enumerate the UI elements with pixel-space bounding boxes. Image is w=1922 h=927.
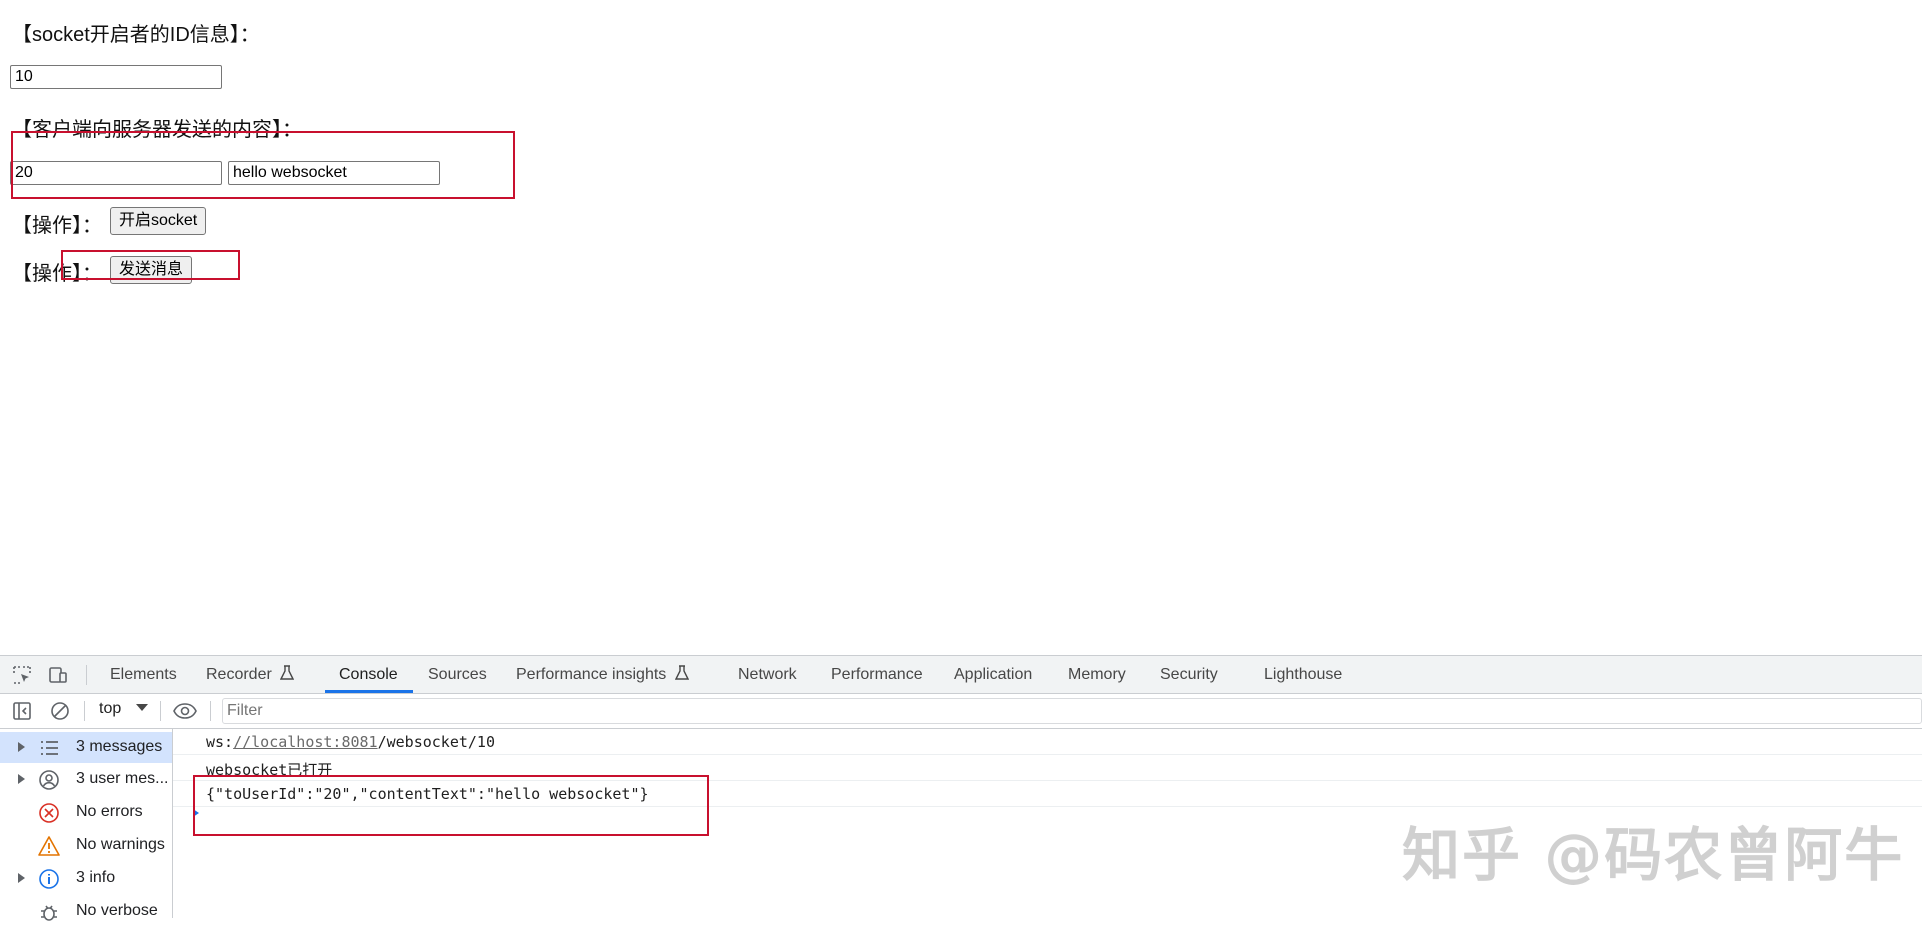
send-message-button[interactable]: 发送消息 bbox=[110, 256, 193, 284]
tab-performance-insights-label: Performance insights bbox=[516, 666, 667, 683]
web-page: 【socket开启者的ID信息】： 【客户端向服务器发送的内容】： 【操作】： … bbox=[0, 0, 1922, 655]
tab-performance-insights[interactable]: Performance insights bbox=[516, 656, 689, 693]
tab-console[interactable]: Console bbox=[339, 656, 398, 693]
log-link[interactable]: //localhost:8081 bbox=[233, 733, 378, 751]
tab-elements[interactable]: Elements bbox=[110, 656, 177, 693]
console-log-row: ws://localhost:8081/websocket/10 bbox=[173, 729, 1922, 755]
tab-recorder-label: Recorder bbox=[206, 666, 272, 683]
info-icon bbox=[39, 869, 59, 889]
sidebar-item-messages[interactable]: 3 messages bbox=[0, 732, 172, 763]
sidebar-item-label: 3 messages bbox=[76, 738, 163, 755]
watermark: 知乎 @码农曾阿牛 bbox=[1402, 821, 1905, 889]
divider bbox=[86, 665, 87, 685]
error-icon bbox=[39, 803, 59, 823]
operation-label-send: 【操作】： bbox=[12, 263, 102, 285]
warning-icon bbox=[38, 836, 60, 856]
list-icon bbox=[41, 741, 58, 755]
client-content-label: 【客户端向服务器发送的内容】： bbox=[12, 119, 302, 141]
log-url-suffix: /websocket/10 bbox=[377, 733, 495, 751]
console-log-row: websocket已打开 bbox=[173, 755, 1922, 781]
device-toolbar-icon[interactable] bbox=[48, 665, 68, 685]
divider bbox=[210, 701, 211, 721]
sidebar-item-verbose[interactable]: No verbose bbox=[0, 896, 172, 927]
console-prompt-icon[interactable] bbox=[193, 809, 199, 817]
context-selector-value: top bbox=[99, 700, 122, 717]
tab-security[interactable]: Security bbox=[1160, 656, 1218, 693]
clear-console-icon[interactable] bbox=[50, 701, 70, 721]
expand-arrow-icon[interactable] bbox=[18, 774, 25, 784]
active-tab-indicator bbox=[325, 690, 413, 693]
sidebar-item-label: 3 info bbox=[76, 869, 116, 886]
tab-network[interactable]: Network bbox=[738, 656, 797, 693]
console-log-row: {"toUserId":"20","contentText":"hello we… bbox=[173, 781, 1922, 807]
divider bbox=[84, 701, 85, 721]
console-sidebar: 3 messages 3 user mes... No errors No wa bbox=[0, 729, 173, 921]
sidebar-item-info[interactable]: 3 info bbox=[0, 863, 172, 894]
user-icon bbox=[39, 770, 59, 790]
flask-icon bbox=[280, 665, 295, 680]
bug-icon bbox=[41, 905, 57, 921]
sidebar-item-label: No errors bbox=[76, 803, 143, 820]
tab-recorder[interactable]: Recorder bbox=[206, 656, 295, 693]
open-socket-button[interactable]: 开启socket bbox=[110, 207, 207, 235]
flask-icon bbox=[674, 665, 689, 680]
tab-sources[interactable]: Sources bbox=[428, 656, 487, 693]
inspect-element-icon[interactable] bbox=[12, 665, 32, 685]
chevron-down-icon bbox=[135, 704, 148, 711]
console-toolbar: top bbox=[0, 694, 1922, 729]
log-url-prefix: ws: bbox=[206, 733, 234, 751]
socket-id-input[interactable] bbox=[10, 65, 222, 89]
tab-performance[interactable]: Performance bbox=[831, 656, 923, 693]
content-text-input[interactable] bbox=[228, 161, 440, 185]
sidebar-item-user-messages[interactable]: 3 user mes... bbox=[0, 764, 172, 795]
divider bbox=[160, 701, 161, 721]
tab-lighthouse[interactable]: Lighthouse bbox=[1264, 656, 1342, 693]
eye-icon[interactable] bbox=[173, 701, 197, 721]
to-user-id-input[interactable] bbox=[10, 161, 222, 185]
devtools-tabbar: Elements Recorder Console Sources Perfor… bbox=[0, 656, 1922, 694]
expand-arrow-icon[interactable] bbox=[18, 873, 25, 883]
sidebar-item-label: No warnings bbox=[76, 836, 165, 853]
log-message: websocket已打开 bbox=[206, 761, 333, 779]
sidebar-item-label: 3 user mes... bbox=[76, 770, 169, 787]
sidebar-item-errors[interactable]: No errors bbox=[0, 797, 172, 828]
context-selector[interactable]: top bbox=[99, 700, 148, 718]
filter-input[interactable] bbox=[222, 698, 1922, 724]
sidebar-toggle-icon[interactable] bbox=[12, 701, 32, 721]
socket-id-label: 【socket开启者的ID信息】： bbox=[12, 24, 260, 46]
tab-memory[interactable]: Memory bbox=[1068, 656, 1126, 693]
operation-label-open: 【操作】： bbox=[12, 215, 102, 237]
sidebar-item-label: No verbose bbox=[76, 902, 158, 919]
sidebar-item-warnings[interactable]: No warnings bbox=[0, 830, 172, 861]
tab-application[interactable]: Application bbox=[954, 656, 1032, 693]
log-message: ws://localhost:8081/websocket/10 bbox=[206, 733, 495, 751]
expand-arrow-icon[interactable] bbox=[18, 742, 25, 752]
log-message: {"toUserId":"20","contentText":"hello we… bbox=[206, 785, 649, 803]
